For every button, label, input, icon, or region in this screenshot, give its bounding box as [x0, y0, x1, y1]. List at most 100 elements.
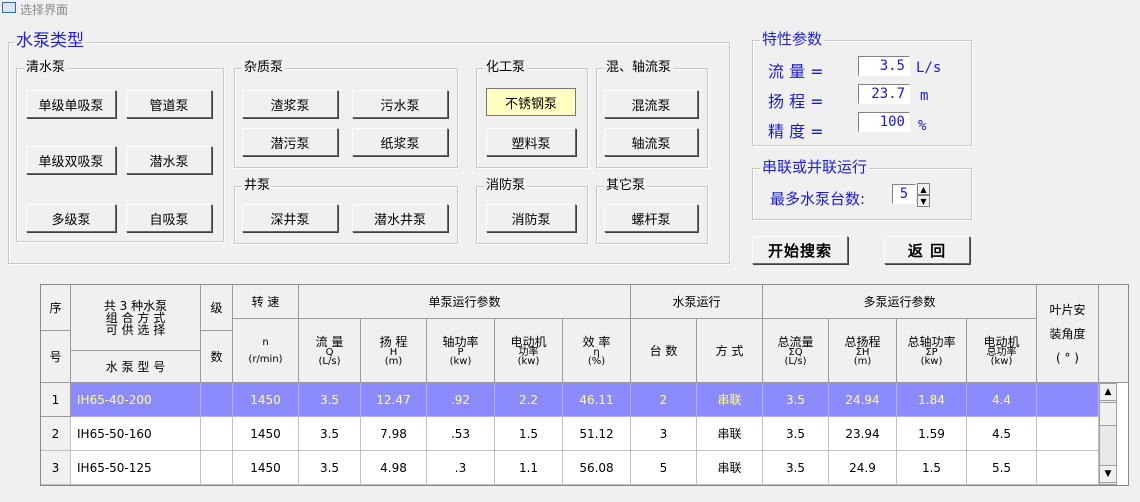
cell-h[interactable]: 7.98 — [361, 417, 427, 451]
cell-motor[interactable]: 1.5 — [495, 417, 563, 451]
cell-eff[interactable]: 56.08 — [563, 451, 631, 485]
deep-well-pump-button[interactable]: 深井泵 — [242, 204, 338, 232]
cell-mode[interactable]: 串联 — [697, 417, 763, 451]
cell-eff[interactable]: 51.12 — [563, 417, 631, 451]
cell-empty[interactable] — [201, 383, 233, 417]
window-icon — [2, 2, 16, 13]
cell-tm[interactable]: 4.5 — [967, 417, 1037, 451]
cell-empty[interactable] — [201, 451, 233, 485]
stainless-steel-pump-button[interactable]: 不锈钢泵 — [486, 88, 576, 116]
cell-speed[interactable]: 1450 — [233, 383, 299, 417]
cell-empty[interactable] — [1037, 451, 1099, 485]
spin-up-icon[interactable]: ▲ — [917, 183, 930, 195]
cell-h[interactable]: 12.47 — [361, 383, 427, 417]
tmotor-col-unit: (kw) — [990, 355, 1013, 367]
header-total-flow: 总流量 ΣQ (L/s) — [763, 319, 829, 383]
submersible-well-pump-button[interactable]: 潜水井泵 — [352, 204, 448, 232]
header-multi-params: 多泵运行参数 — [763, 285, 1037, 319]
header-combo-line3: 可 供 选 择 — [105, 322, 166, 337]
flow-input[interactable]: 3.5 — [858, 56, 910, 76]
header-flow: 流 量 Q (L/s) — [299, 319, 361, 383]
shaft-col-unit: (kw) — [449, 355, 472, 367]
max-pumps-input[interactable]: 5 — [892, 184, 916, 204]
flow-col-title: 流 量 — [315, 334, 344, 349]
header-stage-bottom: 数 — [201, 331, 233, 383]
head-input[interactable]: 23.7 — [858, 84, 910, 104]
cell-q[interactable]: 3.5 — [299, 383, 361, 417]
cell-no[interactable]: 1 — [41, 383, 71, 417]
cell-tm[interactable]: 4.4 — [967, 383, 1037, 417]
start-search-button[interactable]: 开始搜索 — [752, 236, 848, 264]
cell-speed[interactable]: 1450 — [233, 451, 299, 485]
cell-speed[interactable]: 1450 — [233, 417, 299, 451]
mixed-flow-pump-button[interactable]: 混流泵 — [604, 90, 698, 118]
flow-unit: L/s — [916, 60, 942, 76]
precision-label: 精 度 = — [768, 122, 824, 141]
back-button[interactable]: 返 回 — [884, 236, 970, 264]
header-run: 水泵运行 — [631, 285, 763, 319]
plastic-pump-button[interactable]: 塑料泵 — [486, 128, 576, 156]
cell-empty[interactable] — [1037, 417, 1099, 451]
cell-mode[interactable]: 串联 — [697, 383, 763, 417]
title-bar: 选择界面 — [0, 0, 1140, 18]
precision-input[interactable]: 100 — [858, 112, 910, 132]
cell-no[interactable]: 2 — [41, 417, 71, 451]
sewage-pump-button[interactable]: 污水泵 — [352, 90, 448, 118]
tmotor-col-title: 电动机 — [983, 334, 1020, 349]
cell-tp[interactable]: 1.59 — [897, 417, 967, 451]
cell-q[interactable]: 3.5 — [299, 451, 361, 485]
cell-model[interactable]: IH65-50-160 — [71, 417, 201, 451]
cell-mode[interactable]: 串联 — [697, 451, 763, 485]
scroll-down-icon[interactable]: ▼ — [1099, 465, 1117, 483]
submersible-pump-button[interactable]: 潜水泵 — [126, 146, 212, 174]
scrollbar-thumb[interactable] — [1099, 402, 1117, 426]
shaft-col-title: 轴功率 — [442, 334, 479, 349]
pipeline-pump-button[interactable]: 管道泵 — [126, 90, 212, 118]
cell-count[interactable]: 3 — [631, 417, 697, 451]
cell-h[interactable]: 4.98 — [361, 451, 427, 485]
cell-tq[interactable]: 3.5 — [763, 451, 829, 485]
cell-th[interactable]: 23.94 — [829, 417, 897, 451]
self-priming-pump-button[interactable]: 自吸泵 — [126, 204, 212, 232]
cell-eff[interactable]: 46.11 — [563, 383, 631, 417]
window-title: 选择界面 — [20, 3, 69, 17]
cell-th[interactable]: 24.9 — [829, 451, 897, 485]
cell-model[interactable]: IH65-50-125 — [71, 451, 201, 485]
cell-empty[interactable] — [201, 417, 233, 451]
blade-col-unit: ( ° ) — [1056, 350, 1079, 365]
paper-pulp-pump-button[interactable]: 纸浆泵 — [352, 128, 448, 156]
cell-q[interactable]: 3.5 — [299, 417, 361, 451]
cell-p[interactable]: .3 — [427, 451, 495, 485]
screw-pump-button[interactable]: 螺杆泵 — [604, 204, 698, 232]
fire-pump-button[interactable]: 消防泵 — [486, 204, 576, 232]
header-model: 水 泵 型 号 — [71, 351, 201, 383]
single-stage-single-suction-button[interactable]: 单级单吸泵 — [26, 90, 116, 118]
thead-col-title: 总扬程 — [844, 334, 881, 349]
cell-motor[interactable]: 2.2 — [495, 383, 563, 417]
cell-p[interactable]: .53 — [427, 417, 495, 451]
cell-th[interactable]: 24.94 — [829, 383, 897, 417]
slurry-pump-button[interactable]: 渣浆泵 — [242, 90, 338, 118]
spin-down-icon[interactable]: ▼ — [917, 195, 930, 207]
submersible-sewage-pump-button[interactable]: 潜污泵 — [242, 128, 338, 156]
header-filler — [1099, 285, 1128, 383]
cell-model[interactable]: IH65-40-200 — [71, 383, 201, 417]
header-single-params: 单泵运行参数 — [299, 285, 631, 319]
cell-count[interactable]: 2 — [631, 383, 697, 417]
multistage-pump-button[interactable]: 多级泵 — [26, 204, 116, 232]
cell-tq[interactable]: 3.5 — [763, 383, 829, 417]
cell-tq[interactable]: 3.5 — [763, 417, 829, 451]
cell-no[interactable]: 3 — [41, 451, 71, 485]
cell-tp[interactable]: 1.5 — [897, 451, 967, 485]
axial-flow-pump-button[interactable]: 轴流泵 — [604, 128, 698, 156]
cell-empty[interactable] — [1037, 383, 1099, 417]
single-stage-double-suction-button[interactable]: 单级双吸泵 — [26, 146, 116, 174]
scroll-up-icon[interactable]: ▲ — [1099, 383, 1117, 401]
cell-tp[interactable]: 1.84 — [897, 383, 967, 417]
fire-legend: 消防泵 — [484, 178, 528, 194]
cell-p[interactable]: .92 — [427, 383, 495, 417]
cell-motor[interactable]: 1.1 — [495, 451, 563, 485]
cell-count[interactable]: 5 — [631, 451, 697, 485]
cell-tm[interactable]: 5.5 — [967, 451, 1037, 485]
clear-water-legend: 清水泵 — [24, 60, 68, 76]
